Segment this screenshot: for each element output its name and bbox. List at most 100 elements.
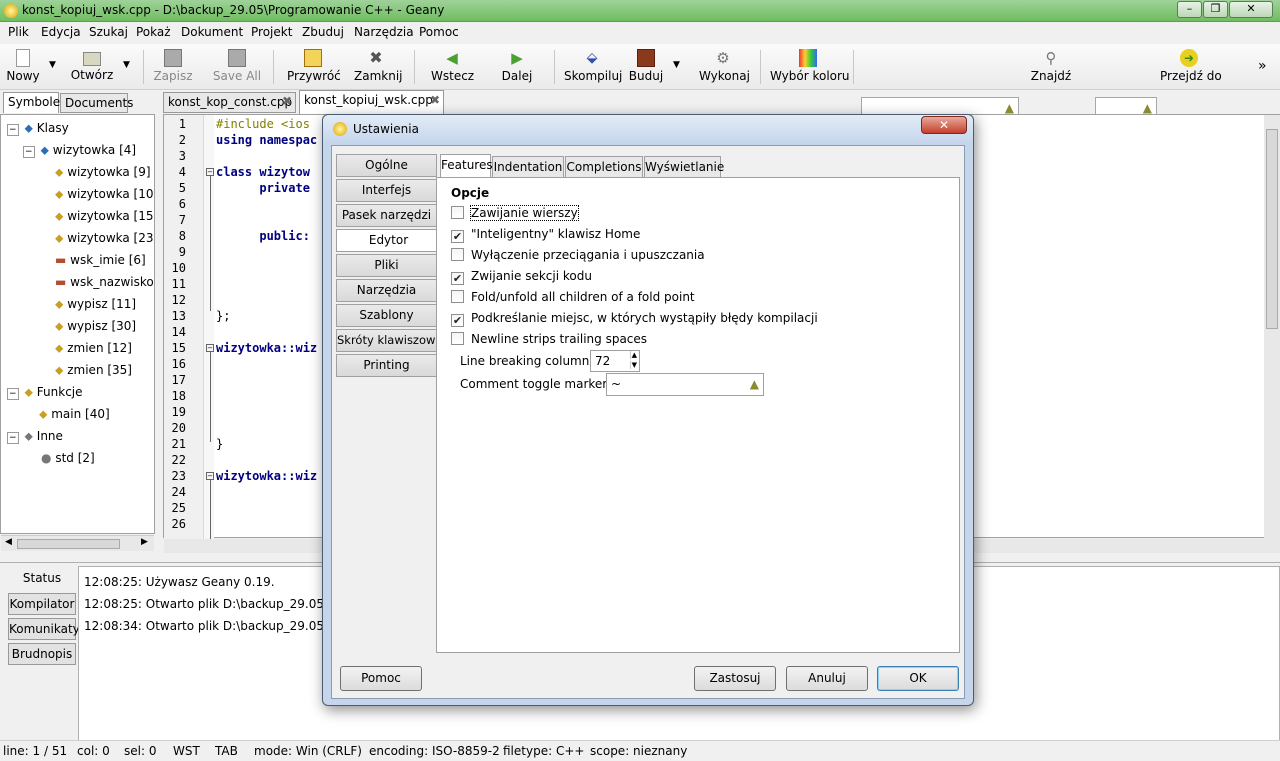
checkbox[interactable] bbox=[451, 332, 464, 345]
menu-project[interactable]: Projekt bbox=[251, 25, 292, 39]
spin-up-icon[interactable]: ▲ bbox=[629, 351, 638, 359]
tree-node-class[interactable]: − ⬥ wizytowka [4] bbox=[23, 139, 136, 161]
dialog-close-button[interactable]: ✕ bbox=[921, 116, 967, 134]
option-line-wrapping[interactable]: Zawijanie wierszy bbox=[451, 203, 579, 223]
section-templates[interactable]: Szablony bbox=[336, 304, 437, 327]
collapse-icon[interactable]: − bbox=[7, 388, 19, 400]
tree-member[interactable]: ⬥ wizytowka [9] bbox=[55, 161, 151, 183]
new-button[interactable]: Nowy bbox=[4, 46, 42, 88]
checkbox[interactable]: ✔ bbox=[451, 314, 464, 327]
editor-vscrollbar[interactable] bbox=[1264, 115, 1280, 539]
goto-button[interactable]: ➜ Przejdź do bbox=[1160, 46, 1222, 88]
option-code-folding[interactable]: ✔ Zwijanie sekcji kodu bbox=[451, 266, 592, 286]
collapse-icon[interactable]: − bbox=[7, 432, 19, 444]
tree-member[interactable]: ⬥ wizytowka [23 bbox=[55, 227, 154, 249]
checkbox[interactable] bbox=[451, 248, 464, 261]
color-picker-button[interactable]: Wybór koloru bbox=[770, 46, 850, 88]
close-tab-icon[interactable]: ✖ bbox=[430, 93, 440, 107]
menu-help[interactable]: Pomoc bbox=[419, 25, 459, 39]
option-smart-home[interactable]: ✔ "Inteligentny" klawisz Home bbox=[451, 224, 640, 244]
checkbox[interactable] bbox=[451, 206, 464, 219]
toolbar-overflow-button[interactable]: » bbox=[1258, 58, 1267, 74]
open-button[interactable]: Otwórz bbox=[70, 46, 114, 88]
tree-member[interactable]: ⬥ zmien [35] bbox=[55, 359, 132, 381]
section-files[interactable]: Pliki bbox=[336, 254, 437, 277]
maximize-button[interactable]: ❐ bbox=[1203, 1, 1228, 18]
menu-file[interactable]: Plik bbox=[8, 25, 29, 39]
minimize-button[interactable]: – bbox=[1177, 1, 1202, 18]
fold-marker[interactable]: − bbox=[206, 168, 214, 176]
clear-icon[interactable]: ▲ bbox=[1143, 101, 1152, 115]
option-strip-trailing[interactable]: Newline strips trailing spaces bbox=[451, 329, 647, 349]
line-breaking-spinner[interactable]: 72 ▲ ▼ bbox=[590, 350, 640, 372]
msg-tab-scribble[interactable]: Brudnopis bbox=[8, 643, 76, 665]
tree-member[interactable]: ⬥ wizytowka [15 bbox=[55, 205, 154, 227]
option-fold-children[interactable]: Fold/unfold all children of a fold point bbox=[451, 287, 695, 307]
tree-node-classes[interactable]: − ⬥ Klasy bbox=[7, 117, 69, 139]
tab-symbols[interactable]: Symbole bbox=[3, 92, 60, 113]
menu-search[interactable]: Szukaj bbox=[89, 25, 128, 39]
msg-tab-messages[interactable]: Komunikaty bbox=[8, 618, 80, 640]
section-general[interactable]: Ogólne bbox=[336, 154, 437, 177]
section-toolbar[interactable]: Pasek narzędzi bbox=[336, 204, 437, 227]
close-button[interactable]: ✖ Zamknij bbox=[354, 46, 403, 88]
section-printing[interactable]: Printing bbox=[336, 354, 437, 377]
section-interface[interactable]: Interfejs bbox=[336, 179, 437, 202]
apply-button[interactable]: Zastosuj bbox=[694, 666, 776, 691]
open-dropdown-icon[interactable]: ▼ bbox=[123, 60, 130, 70]
close-tab-icon[interactable]: ✖ bbox=[282, 94, 292, 108]
tab-documents[interactable]: Documents bbox=[60, 93, 133, 113]
tab-indentation[interactable]: Indentation bbox=[492, 156, 564, 178]
ok-button[interactable]: OK bbox=[877, 666, 959, 691]
close-window-button[interactable]: ✕ bbox=[1229, 1, 1273, 18]
tree-member[interactable]: ▬ wsk_nazwisko bbox=[55, 271, 154, 293]
run-button[interactable]: ⚙ Wykonaj bbox=[699, 46, 750, 88]
tab-display[interactable]: Wyświetlanie bbox=[644, 156, 724, 178]
menu-build[interactable]: Zbuduj bbox=[302, 25, 344, 39]
section-keybindings[interactable]: Skróty klawiszowe bbox=[336, 329, 443, 352]
revert-button[interactable]: Przywróć bbox=[287, 46, 341, 88]
menu-edit[interactable]: Edycja bbox=[41, 25, 81, 39]
help-button[interactable]: Pomoc bbox=[340, 666, 422, 691]
option-disable-dnd[interactable]: Wyłączenie przeciągania i upuszczania bbox=[451, 245, 705, 265]
tree-namespace[interactable]: ● std [2] bbox=[41, 447, 95, 469]
checkbox[interactable] bbox=[451, 290, 464, 303]
fold-marker[interactable]: − bbox=[206, 344, 214, 352]
forward-button[interactable]: ▶ Dalej bbox=[500, 46, 534, 88]
msg-tab-status[interactable]: Status bbox=[8, 568, 76, 590]
tab-features[interactable]: Features bbox=[440, 154, 493, 178]
tree-member[interactable]: ▬ wsk_imie [6] bbox=[55, 249, 146, 271]
collapse-icon[interactable]: − bbox=[23, 146, 35, 158]
sidebar-hscrollbar[interactable]: ◀ ▶ bbox=[1, 535, 154, 551]
checkbox[interactable]: ✔ bbox=[451, 272, 464, 285]
tab-completions[interactable]: Completions bbox=[565, 156, 643, 178]
new-dropdown-icon[interactable]: ▼ bbox=[49, 60, 56, 70]
tree-node-other[interactable]: − ⬥ Inne bbox=[7, 425, 63, 447]
editor-tab-const[interactable]: konst_kop_const.cpp ✖ bbox=[163, 92, 296, 113]
cancel-button[interactable]: Anuluj bbox=[786, 666, 868, 691]
clear-icon[interactable]: ▲ bbox=[750, 377, 759, 391]
section-editor[interactable]: Edytor bbox=[336, 229, 440, 252]
option-error-indicators[interactable]: ✔ Podkreślanie miejsc, w których wystąpił… bbox=[451, 308, 818, 328]
find-button[interactable]: ⚲ Znajdź bbox=[1030, 46, 1072, 88]
save-all-button[interactable]: Save All bbox=[212, 46, 262, 88]
comment-marker-input[interactable]: ~ ▲ bbox=[606, 373, 764, 396]
compile-button[interactable]: ⬙ Skompiluj bbox=[564, 46, 622, 88]
checkbox[interactable]: ✔ bbox=[451, 230, 464, 243]
collapse-icon[interactable]: − bbox=[7, 124, 19, 136]
fold-marker[interactable]: − bbox=[206, 472, 214, 480]
menu-tools[interactable]: Narzędzia bbox=[354, 25, 414, 39]
tree-member[interactable]: ⬥ wypisz [11] bbox=[55, 293, 136, 315]
tree-member[interactable]: ⬥ wypisz [30] bbox=[55, 315, 136, 337]
save-button[interactable]: Zapisz bbox=[152, 46, 194, 88]
tree-node-functions[interactable]: − ⬥ Funkcje bbox=[7, 381, 83, 403]
back-button[interactable]: ◀ Wstecz bbox=[431, 46, 474, 88]
menu-view[interactable]: Pokaż bbox=[136, 25, 171, 39]
build-dropdown-icon[interactable]: ▼ bbox=[673, 60, 680, 70]
clear-icon[interactable]: ▲ bbox=[1005, 101, 1014, 115]
tree-member[interactable]: ⬥ zmien [12] bbox=[55, 337, 132, 359]
build-button[interactable]: Buduj bbox=[628, 46, 664, 88]
spin-down-icon[interactable]: ▼ bbox=[629, 361, 638, 369]
editor-tab-wsk[interactable]: konst_kopiuj_wsk.cpp ✖ bbox=[299, 90, 444, 114]
section-tools[interactable]: Narzędzia bbox=[336, 279, 437, 302]
